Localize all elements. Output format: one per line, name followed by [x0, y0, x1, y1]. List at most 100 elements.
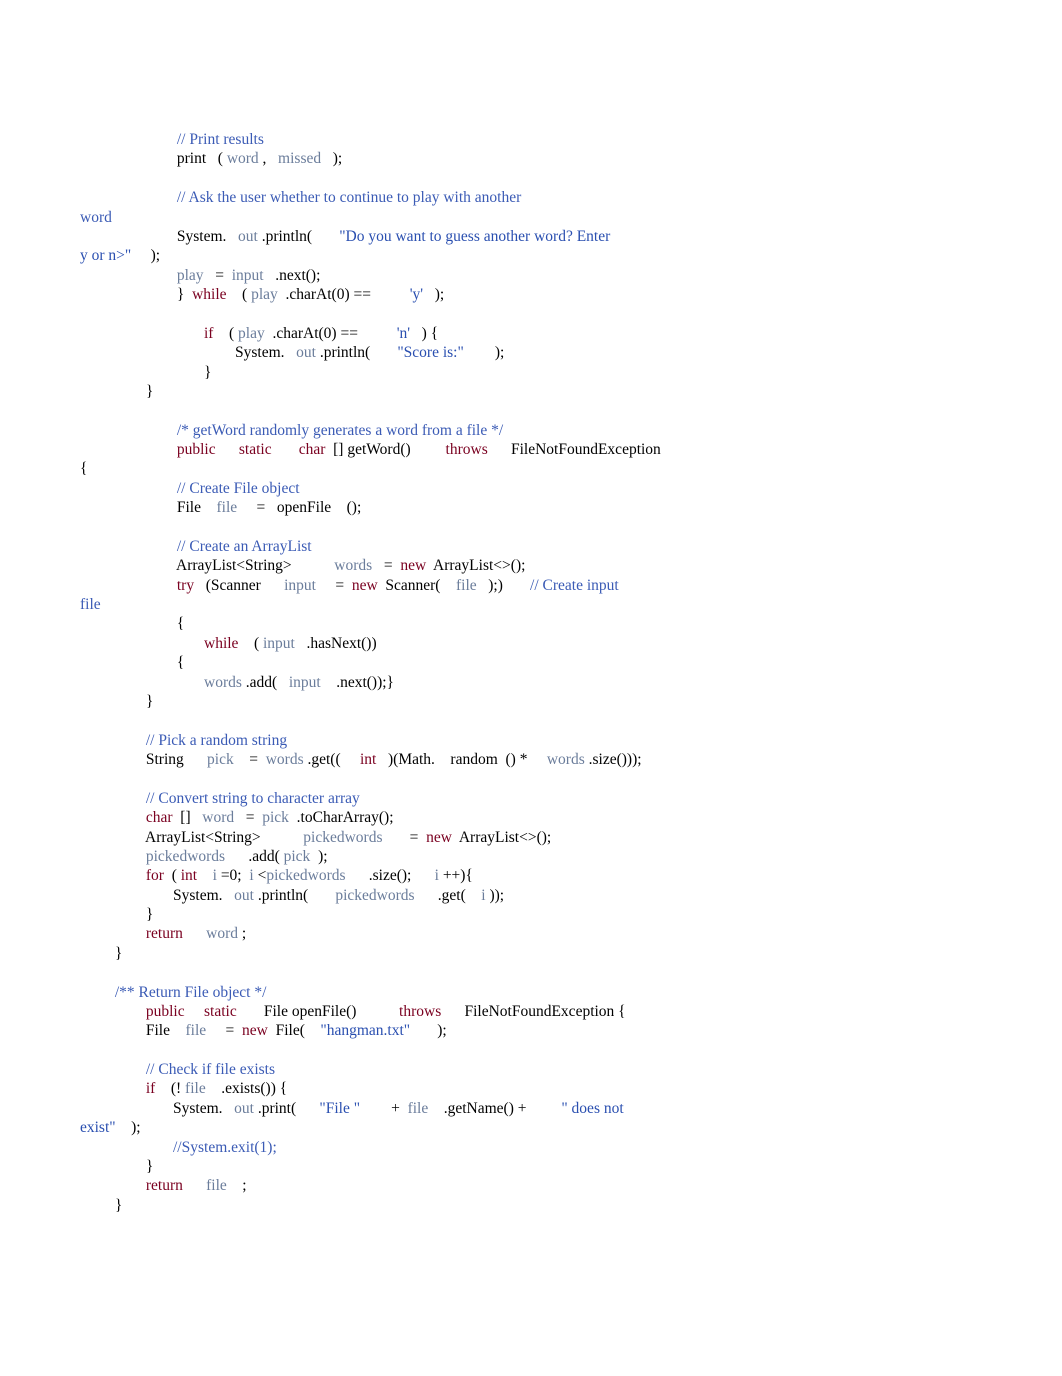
code-token: // Pick a random string	[146, 732, 287, 749]
code-token	[80, 383, 146, 400]
code-token: (	[164, 867, 181, 884]
code-token: "hangman.txt"	[320, 1022, 410, 1039]
code-token: }	[204, 364, 211, 381]
code-token: [] getWord()	[325, 441, 445, 458]
code-line: }	[80, 944, 982, 963]
code-line: //System.exit(1);	[80, 1138, 982, 1157]
code-token: .hasNext())	[295, 635, 377, 652]
code-token: .println(	[258, 228, 339, 245]
code-token: new	[426, 829, 452, 846]
code-token: char	[146, 809, 173, 826]
code-token: if	[146, 1080, 155, 1097]
code-token: words	[547, 751, 585, 768]
code-line: public static char [] getWord() throws F…	[80, 440, 982, 459]
code-line: word	[80, 208, 982, 227]
code-line: return word ;	[80, 924, 982, 943]
code-token: missed	[278, 150, 321, 167]
code-line: System. out .println( pickedwords .get( …	[80, 886, 982, 905]
code-token: {	[80, 460, 87, 477]
code-line: pickedwords .add( pick );	[80, 847, 982, 866]
code-token: }	[146, 693, 153, 710]
code-token: .charAt(0) ==	[278, 286, 410, 303]
code-token: play	[251, 286, 278, 303]
code-token	[80, 829, 145, 846]
code-token: =	[372, 557, 400, 574]
code-token: char	[299, 441, 326, 458]
code-line: for ( int i =0; i <pickedwords .size(); …	[80, 866, 982, 885]
code-token	[80, 480, 177, 497]
code-token: );	[116, 1119, 141, 1136]
code-token	[80, 809, 146, 826]
code-token: ArrayList<String>	[176, 557, 334, 574]
code-token	[80, 557, 176, 574]
code-token	[80, 150, 177, 167]
code-token: .println(	[254, 887, 335, 904]
code-line: System. out .println( "Score is:" );	[80, 343, 982, 362]
code-token: .charAt(0) ==	[265, 325, 397, 342]
code-token: file	[186, 1022, 207, 1039]
code-token	[80, 344, 235, 361]
code-token: file	[185, 1080, 206, 1097]
code-token: .next());}	[321, 674, 394, 691]
code-token	[272, 441, 299, 458]
code-line: System. out .print( "File " + file .getN…	[80, 1099, 982, 1118]
code-token: =0;	[217, 867, 249, 884]
code-token	[80, 790, 146, 807]
code-line: // Create an ArrayList	[80, 537, 982, 556]
code-token: .print(	[254, 1100, 319, 1117]
code-token: new	[352, 577, 378, 594]
code-token: .get((	[304, 751, 360, 768]
code-token: ) {	[410, 325, 438, 342]
code-line: y or n>" );	[80, 246, 982, 265]
code-token: =	[234, 809, 262, 826]
code-token	[183, 925, 206, 942]
code-token	[80, 1177, 146, 1194]
code-token	[80, 867, 146, 884]
code-page: // Print results print ( word , missed )…	[0, 0, 1062, 1295]
code-token: for	[146, 867, 164, 884]
code-token	[80, 635, 204, 652]
code-line: // Create File object	[80, 479, 982, 498]
code-token: int	[181, 867, 197, 884]
code-token: );	[464, 344, 504, 361]
code-token: words	[334, 557, 372, 574]
code-line	[80, 518, 982, 537]
code-line: if (! file .exists()) {	[80, 1079, 982, 1098]
code-token: while	[192, 286, 226, 303]
code-token: // Convert string to character array	[146, 790, 360, 807]
code-token: 'n'	[397, 325, 410, 342]
code-token: .println(	[316, 344, 397, 361]
code-token: //System.exit(1);	[173, 1139, 277, 1156]
code-token: +	[360, 1100, 408, 1117]
code-token: .getName() +	[428, 1100, 561, 1117]
code-token: new	[400, 557, 426, 574]
code-token: ;	[238, 925, 246, 942]
code-line: return file ;	[80, 1176, 982, 1195]
code-token: {	[177, 654, 184, 671]
code-line: // Print results	[80, 130, 982, 149]
code-token: );	[410, 1022, 447, 1039]
code-token: input	[284, 577, 316, 594]
code-line: print ( word , missed );	[80, 149, 982, 168]
code-token: }	[146, 383, 153, 400]
code-token: public	[177, 441, 216, 458]
code-token: =	[316, 577, 352, 594]
code-token	[80, 538, 177, 555]
code-token: pick	[207, 751, 234, 768]
code-token: // Check if file exists	[146, 1061, 275, 1078]
code-token: String	[146, 751, 207, 768]
code-token: (!	[155, 1080, 185, 1097]
code-token: ,	[259, 150, 278, 167]
code-token: );	[131, 247, 160, 264]
code-token: .toCharArray();	[289, 809, 394, 826]
code-line: }	[80, 1157, 982, 1176]
code-line: }	[80, 382, 982, 401]
code-token: static	[204, 1003, 237, 1020]
code-token	[80, 732, 146, 749]
code-token: play	[177, 267, 204, 284]
code-token	[80, 751, 146, 768]
code-line: char [] word = pick .toCharArray();	[80, 808, 982, 827]
code-token: return	[146, 1177, 183, 1194]
code-line: }	[80, 363, 982, 382]
code-token: "Score is:"	[397, 344, 463, 361]
